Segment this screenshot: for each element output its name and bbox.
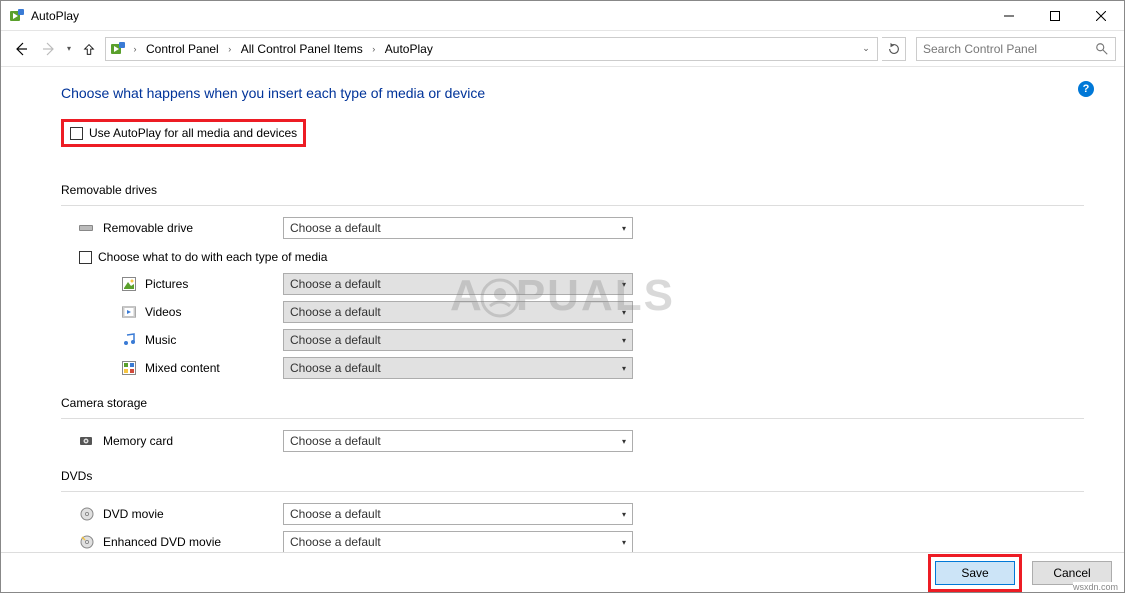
row-memory-card: Memory card Choose a default ▾: [79, 429, 1084, 453]
address-history-dropdown-icon[interactable]: ⌄: [857, 43, 875, 54]
memory-card-label: Memory card: [103, 434, 283, 448]
chevron-down-icon: ▾: [622, 538, 626, 547]
row-removable-drive: Removable drive Choose a default ▾: [79, 216, 1084, 240]
footer-bar: Save Cancel: [1, 552, 1124, 592]
section-dvds-title: DVDs: [61, 469, 1084, 483]
breadcrumb-autoplay[interactable]: AutoPlay: [381, 38, 437, 60]
forward-button[interactable]: [37, 37, 61, 61]
chevron-right-icon[interactable]: ›: [367, 44, 381, 54]
autoplay-app-icon: [9, 8, 25, 24]
music-label: Music: [145, 333, 283, 347]
row-enhanced-dvd-movie: Enhanced DVD movie Choose a default ▾: [79, 530, 1084, 552]
videos-combo[interactable]: Choose a default ▾: [283, 301, 633, 323]
choose-each-type-checkbox[interactable]: [79, 251, 92, 264]
section-divider: [61, 491, 1084, 492]
removable-drive-icon: [79, 220, 95, 236]
section-divider: [61, 205, 1084, 206]
refresh-button[interactable]: [882, 37, 906, 61]
music-icon: [121, 332, 137, 348]
mixed-content-label: Mixed content: [145, 361, 283, 375]
navigation-bar: ▾ › Control Panel › All Control Panel It…: [1, 31, 1124, 67]
chevron-down-icon: ▾: [622, 364, 626, 373]
chevron-right-icon[interactable]: ›: [223, 44, 237, 54]
breadcrumb-control-panel[interactable]: Control Panel: [142, 38, 223, 60]
row-videos: Videos Choose a default ▾: [121, 300, 1084, 324]
enhanced-dvd-combo[interactable]: Choose a default ▾: [283, 531, 633, 552]
chevron-down-icon: ▾: [622, 308, 626, 317]
chevron-right-icon[interactable]: ›: [128, 44, 142, 54]
videos-icon: [121, 304, 137, 320]
up-button[interactable]: [77, 37, 101, 61]
row-dvd-movie: DVD movie Choose a default ▾: [79, 502, 1084, 526]
breadcrumb-all-items[interactable]: All Control Panel Items: [237, 38, 367, 60]
use-autoplay-checkbox[interactable]: [70, 127, 83, 140]
chevron-down-icon: ▾: [622, 280, 626, 289]
window-controls: [986, 1, 1124, 31]
music-combo[interactable]: Choose a default ▾: [283, 329, 633, 351]
chevron-down-icon: ▾: [622, 437, 626, 446]
mixed-content-icon: [121, 360, 137, 376]
pictures-combo[interactable]: Choose a default ▾: [283, 273, 633, 295]
row-pictures: Pictures Choose a default ▾: [121, 272, 1084, 296]
chevron-down-icon: ▾: [622, 510, 626, 519]
mixed-content-combo[interactable]: Choose a default ▾: [283, 357, 633, 379]
videos-label: Videos: [145, 305, 283, 319]
pictures-label: Pictures: [145, 277, 283, 291]
chevron-down-icon: ▾: [622, 224, 626, 233]
help-icon[interactable]: ?: [1078, 81, 1094, 97]
search-icon: [1095, 42, 1109, 56]
row-music: Music Choose a default ▾: [121, 328, 1084, 352]
enhanced-dvd-label: Enhanced DVD movie: [103, 535, 283, 549]
content-scroll-area[interactable]: ? Choose what happens when you insert ea…: [1, 67, 1124, 552]
search-box[interactable]: Search Control Panel: [916, 37, 1116, 61]
choose-each-type-label: Choose what to do with each type of medi…: [98, 250, 327, 264]
maximize-button[interactable]: [1032, 1, 1078, 31]
section-removable-drives-title: Removable drives: [61, 183, 1084, 197]
row-choose-each-type: Choose what to do with each type of medi…: [79, 250, 1084, 264]
search-placeholder: Search Control Panel: [923, 42, 1095, 56]
enhanced-dvd-icon: [79, 534, 95, 550]
dvd-movie-icon: [79, 506, 95, 522]
use-autoplay-label: Use AutoPlay for all media and devices: [89, 126, 297, 140]
close-button[interactable]: [1078, 1, 1124, 31]
save-button[interactable]: Save: [935, 561, 1015, 585]
cancel-button[interactable]: Cancel: [1032, 561, 1112, 585]
row-mixed-content: Mixed content Choose a default ▾: [121, 356, 1084, 380]
title-bar: AutoPlay: [1, 1, 1124, 31]
page-heading: Choose what happens when you insert each…: [61, 85, 1084, 101]
section-divider: [61, 418, 1084, 419]
highlight-save-button: Save: [928, 554, 1022, 592]
chevron-down-icon: ▾: [622, 336, 626, 345]
removable-drive-combo[interactable]: Choose a default ▾: [283, 217, 633, 239]
dvd-movie-combo[interactable]: Choose a default ▾: [283, 503, 633, 525]
minimize-button[interactable]: [986, 1, 1032, 31]
section-camera-storage-title: Camera storage: [61, 396, 1084, 410]
content: ? Choose what happens when you insert ea…: [1, 67, 1124, 552]
pictures-icon: [121, 276, 137, 292]
highlight-use-autoplay: Use AutoPlay for all media and devices: [61, 119, 306, 147]
address-bar[interactable]: › Control Panel › All Control Panel Item…: [105, 37, 878, 61]
memory-card-icon: [79, 433, 95, 449]
control-panel-icon: [108, 39, 128, 59]
removable-drive-label: Removable drive: [103, 221, 283, 235]
back-button[interactable]: [9, 37, 33, 61]
memory-card-combo[interactable]: Choose a default ▾: [283, 430, 633, 452]
window-title: AutoPlay: [31, 9, 79, 23]
dvd-movie-label: DVD movie: [103, 507, 283, 521]
recent-locations-dropdown-icon[interactable]: ▾: [67, 44, 71, 53]
